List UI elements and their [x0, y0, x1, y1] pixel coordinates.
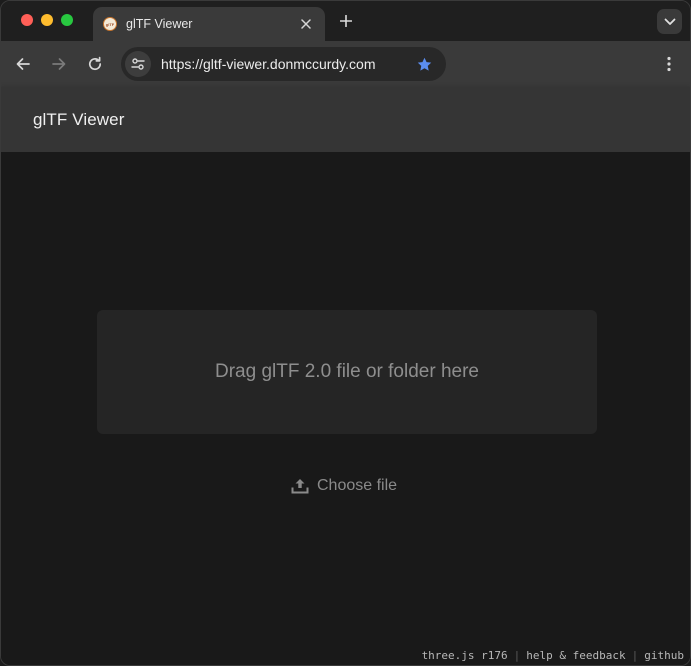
- gltf-favicon-icon: glTF: [103, 17, 117, 31]
- forward-button[interactable]: [47, 52, 71, 76]
- dropzone[interactable]: Drag glTF 2.0 file or folder here: [97, 310, 597, 434]
- minimize-window-button[interactable]: [41, 14, 53, 26]
- tab-strip: glTF glTF Viewer: [1, 1, 690, 41]
- star-icon: [417, 57, 431, 71]
- browser-menu-button[interactable]: [660, 52, 678, 76]
- address-bar[interactable]: https://gltf-viewer.donmccurdy.com: [121, 47, 446, 81]
- site-settings-button[interactable]: [125, 51, 151, 77]
- viewer-page: Drag glTF 2.0 file or folder here Choose…: [1, 152, 690, 665]
- close-icon: [301, 19, 311, 29]
- window-controls: [21, 14, 73, 26]
- more-vertical-icon: [667, 56, 671, 72]
- footer-separator: |: [631, 649, 639, 662]
- version-link[interactable]: three.js r176: [422, 649, 508, 662]
- dropzone-text: Drag glTF 2.0 file or folder here: [214, 361, 479, 382]
- reload-button[interactable]: [83, 52, 107, 76]
- new-tab-button[interactable]: [335, 10, 357, 32]
- reload-icon: [88, 56, 102, 71]
- maximize-window-button[interactable]: [61, 14, 73, 26]
- choose-file-label: Choose file: [317, 477, 398, 494]
- tune-icon: [131, 58, 145, 70]
- tab-gltf-viewer[interactable]: glTF glTF Viewer: [93, 7, 325, 41]
- url-text[interactable]: https://gltf-viewer.donmccurdy.com: [161, 56, 412, 72]
- chevron-down-icon: [664, 18, 675, 25]
- close-window-button[interactable]: [21, 14, 33, 26]
- arrow-right-icon: [52, 58, 66, 70]
- help-feedback-link[interactable]: help & feedback: [526, 649, 625, 662]
- browser-window: glTF glTF Viewer https://gltf-viewer.don…: [0, 0, 691, 666]
- bookmark-button[interactable]: [412, 52, 436, 76]
- back-button[interactable]: [11, 52, 35, 76]
- tab-close-button[interactable]: [297, 15, 315, 33]
- app-title: glTF Viewer: [33, 109, 125, 129]
- tab-title: glTF Viewer: [126, 17, 193, 31]
- plus-icon: [340, 15, 352, 27]
- footer-separator: |: [513, 649, 521, 662]
- arrow-left-icon: [16, 58, 30, 70]
- app-header: glTF Viewer: [1, 87, 690, 152]
- footer: three.js r176 | help & feedback | github: [422, 649, 684, 662]
- tab-search-button[interactable]: [657, 9, 682, 34]
- github-link[interactable]: github: [644, 649, 684, 662]
- upload-icon: [291, 479, 309, 494]
- choose-file-button[interactable]: Choose file: [291, 474, 397, 498]
- browser-toolbar: https://gltf-viewer.donmccurdy.com: [1, 41, 690, 87]
